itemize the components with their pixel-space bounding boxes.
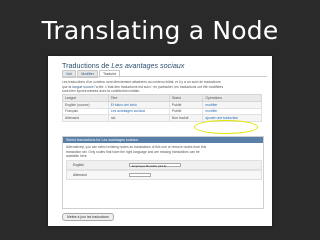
- select-translations-fieldset: Select translations for Les avantages so…: [62, 136, 264, 209]
- row-title-link[interactable]: Les avantages sociaux: [111, 109, 146, 113]
- page-title: Traductions de Les avantages sociaux: [62, 61, 184, 70]
- table-row: Français Les avantages sociaux Publié mo…: [62, 107, 262, 116]
- row-status: Publié: [168, 101, 204, 109]
- intro-line-2a: que la: [62, 84, 73, 89]
- tab-view[interactable]: Voir: [62, 70, 77, 78]
- col-operations: Opérations: [202, 94, 262, 102]
- fieldset-text-1: Alternatively, you can select existing n…: [66, 145, 207, 149]
- row-title-link[interactable]: El futuro del cielo: [111, 103, 137, 107]
- fieldset-description: Alternatively, you can select existing n…: [66, 145, 258, 159]
- fieldset-legend[interactable]: Select translations for Les avantages so…: [63, 137, 263, 143]
- source-language-link[interactable]: langue source: [72, 85, 93, 89]
- tab-divider: [62, 76, 267, 77]
- drupal-translate-page: Traductions de Les avantages sociaux Voi…: [48, 56, 272, 226]
- row-language: Allemand: [62, 114, 109, 122]
- slide-title: Translating a Node: [41, 16, 279, 45]
- fieldset-text-2: translation set. Only nodes that have th…: [66, 149, 200, 154]
- table-row: English (source) El futuro del cielo Pub…: [62, 101, 262, 109]
- table-header-row: Langue Titre Statut Opérations: [62, 94, 262, 102]
- page-title-node: Les avantages sociaux: [111, 61, 185, 70]
- row-status: Non traduit: [168, 114, 204, 122]
- row-status: Publié: [168, 107, 204, 116]
- page-title-prefix: Traductions de: [62, 61, 112, 70]
- node-tabs: Voir Modifier Traduire: [62, 70, 121, 78]
- translation-select[interactable]: [129, 172, 151, 177]
- row-language: Français: [62, 107, 109, 116]
- row-edit-link[interactable]: modifier: [205, 109, 217, 113]
- row-language: English (source): [62, 101, 109, 109]
- intro-line-2b: l'a été. L'état des traductions est suiv…: [93, 84, 224, 89]
- col-status: Statut: [168, 94, 204, 102]
- tab-translate[interactable]: Traduire: [99, 70, 121, 78]
- translation-select-row: Allemand: [66, 170, 262, 180]
- translation-select-label: English: [73, 163, 84, 167]
- row-edit-link[interactable]: modifier: [205, 103, 217, 107]
- col-language: Langue: [62, 94, 109, 102]
- highlight-annotation: [194, 120, 258, 134]
- translation-select-label: Allemand: [73, 173, 87, 177]
- translations-table: Langue Titre Statut Opérations English (…: [62, 94, 262, 122]
- translation-select-row: English Employee Benefits (nid 3): [66, 160, 262, 170]
- intro-text: Les traductions d'un contenu sont direct…: [62, 80, 262, 94]
- translation-select[interactable]: Employee Benefits (nid 3): [129, 162, 181, 168]
- intro-line-3: sont bien synchronisées avec la contribu…: [62, 89, 141, 94]
- row-title: n/a: [107, 114, 170, 122]
- col-title: Titre: [107, 94, 170, 102]
- update-translations-button[interactable]: Mettre à jour les traductions: [62, 213, 114, 221]
- intro-line-1: Les traductions d'un contenu sont direct…: [62, 80, 221, 84]
- fieldset-text-3: available here.: [66, 154, 88, 158]
- tab-edit[interactable]: Modifier: [77, 70, 98, 78]
